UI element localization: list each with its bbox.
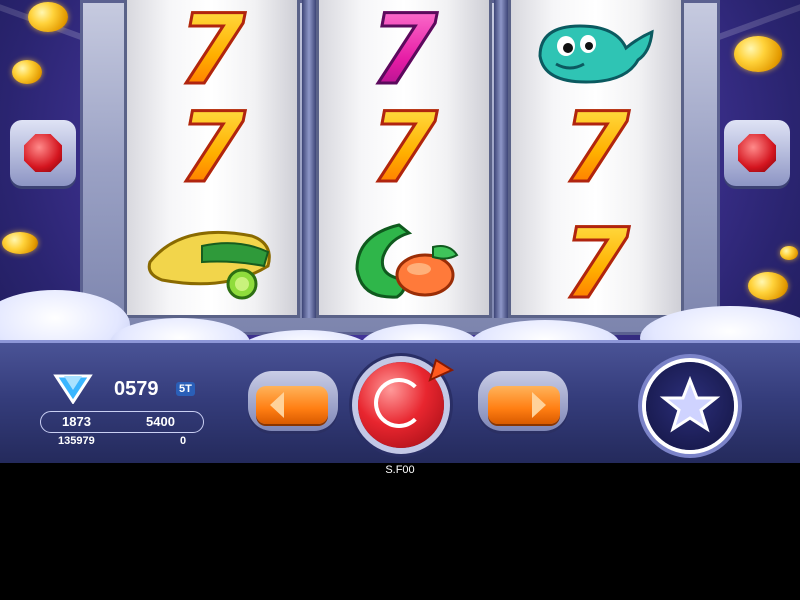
seven-symbol: 7 [319,98,489,198]
credits-badge: 5T [176,382,195,396]
diamond-icon [53,374,93,404]
bet-left-value: 1873 [62,414,91,429]
coin-icon [748,272,788,300]
seven-glyph: 7 [177,0,247,106]
coin-icon [780,246,798,260]
left-side-button[interactable] [10,120,76,186]
coin-icon [12,60,42,84]
seven-glyph: 7 [177,92,247,204]
credits-value: 0579 [114,378,159,400]
ruby-gem-icon [24,134,62,172]
seven-symbol-pink: 7 [319,0,489,100]
banana-lime-symbol [127,212,297,312]
right-side-button[interactable] [724,120,790,186]
whale-icon [538,24,654,84]
increase-bet-button[interactable] [488,386,560,424]
green-fruit-icon [355,223,459,299]
slot-machine-frame: 7 7 7 7 7 7 [80,0,720,335]
ruby-gem-icon [738,134,776,172]
spin-pointer-icon [428,358,454,382]
seven-glyph: 7 [561,92,631,204]
green-fruit-symbol [319,212,489,312]
footer-text: S.F00 [385,464,415,476]
seven-glyph: 7 [369,92,439,204]
whale-symbol [511,0,681,100]
reel-2: 7 7 [316,0,492,318]
win-left-value: 135979 [58,435,95,447]
left-arrow-icon [270,392,284,418]
seven-symbol: 7 [511,214,681,314]
banana-icon [147,230,271,300]
reel-divider [302,0,316,318]
star-bonus-button[interactable] [646,362,734,450]
coin-icon [2,232,38,254]
decrease-bet-button[interactable] [256,386,328,424]
seven-glyph: 7 [369,0,439,106]
seven-glyph: 7 [561,208,631,320]
reel-divider [494,0,508,318]
bet-right-value: 5400 [146,414,175,429]
star-icon [659,375,721,433]
reel-3: 7 7 [508,0,684,318]
spin-arrow-icon [374,378,424,428]
seven-symbol: 7 [127,98,297,198]
coin-icon [28,2,68,32]
seven-symbol: 7 [127,0,297,100]
spin-button[interactable] [358,358,454,448]
coin-icon [734,36,782,72]
seven-symbol: 7 [511,98,681,198]
reel-1: 7 7 [124,0,300,318]
right-arrow-icon [532,392,546,418]
win-right-value: 0 [180,435,187,447]
